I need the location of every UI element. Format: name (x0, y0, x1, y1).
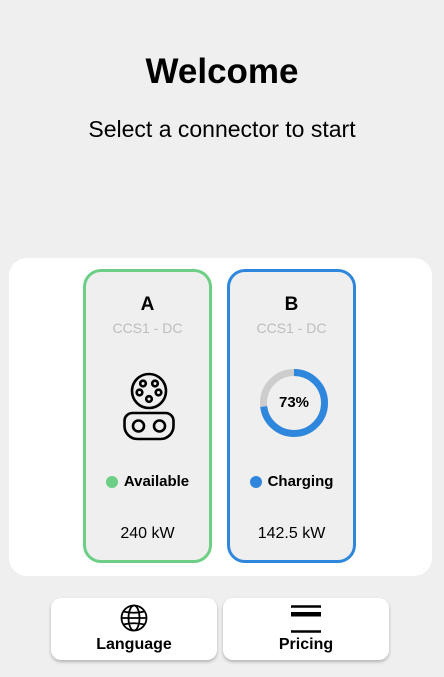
page-subtitle: Select a connector to start (88, 116, 356, 142)
connector-type: CCS1 - DC (256, 320, 327, 336)
connector-card-a[interactable]: A CCS1 - DC Available 240 kW (83, 269, 212, 563)
connector-type: CCS1 - DC (112, 320, 183, 336)
connector-letter: B (284, 294, 299, 315)
pricing-button[interactable]: Pricing (223, 598, 389, 660)
credit-card-icon (291, 605, 321, 633)
connector-status: Available (86, 472, 209, 492)
status-available-dot (105, 476, 118, 488)
ccs1-connector-icon (123, 372, 175, 441)
status-label: Charging (267, 473, 334, 490)
connector-power: 142.5 kW (257, 525, 326, 542)
status-charging-dot (249, 476, 262, 488)
language-button[interactable]: Language (51, 598, 217, 660)
pricing-button-label: Pricing (278, 636, 334, 653)
status-label: Available (123, 473, 190, 490)
language-button-label: Language (96, 636, 172, 653)
connector-letter: A (140, 294, 155, 315)
connector-status: Charging (230, 472, 353, 492)
connector-card-b[interactable]: B CCS1 - DC 73% Charging 142.5 kW (227, 269, 356, 563)
charging-progress-label: 73% (278, 394, 310, 411)
connector-power: 240 kW (120, 525, 175, 542)
globe-icon (120, 604, 148, 632)
connectors-panel (9, 258, 432, 576)
page-title: Welcome (145, 52, 299, 91)
